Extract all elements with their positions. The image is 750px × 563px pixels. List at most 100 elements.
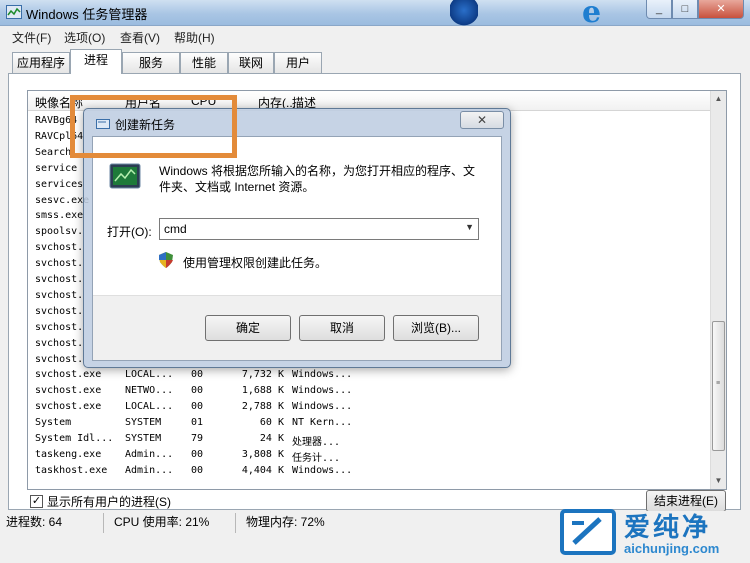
process-image-name: svchost.	[35, 274, 84, 285]
close-button[interactable]: ✕	[698, 0, 744, 19]
tab-processes[interactable]: 进程	[70, 49, 122, 74]
minimize-button[interactable]: _	[646, 0, 672, 19]
process-memory: 1,688 K	[241, 385, 284, 397]
open-combobox[interactable]: cmd ▼	[159, 218, 479, 240]
process-image-name: System Idl...	[35, 433, 114, 444]
status-memory: 物理内存: 72%	[246, 515, 325, 529]
process-memory: 3,808 K	[241, 448, 284, 460]
process-image-name: spoolsv.	[35, 226, 84, 238]
process-user-name: SYSTEM	[125, 417, 162, 429]
table-row[interactable]: svchost.exe LOCAL... 00 2,788 K Windows...	[28, 399, 712, 415]
ie-icon: e	[582, 0, 602, 30]
shield-icon	[159, 252, 173, 268]
process-image-name: svchost.exe	[35, 369, 102, 381]
process-image-name: svchost.exe	[35, 401, 102, 413]
tab-performance[interactable]: 性能	[180, 52, 228, 73]
ok-button[interactable]: 确定	[205, 315, 291, 341]
menu-file[interactable]: 文件(F)	[12, 29, 51, 46]
menu-help[interactable]: 帮助(H)	[174, 29, 215, 46]
watermark-name: 爱纯净	[624, 512, 712, 542]
process-description: NT Kern...	[292, 417, 353, 429]
process-image-name: Search	[35, 146, 72, 158]
annotation-highlight-box	[70, 95, 237, 158]
open-label: 打开(O):	[107, 225, 152, 239]
dialog-footer: 确定 取消 浏览(B)...	[93, 295, 501, 360]
maximize-button[interactable]: □	[672, 0, 698, 19]
checkbox-checked-icon[interactable]: ✓	[30, 495, 43, 508]
process-user-name: Admin...	[125, 448, 174, 460]
process-description: Windows...	[292, 401, 353, 413]
process-cpu: 00	[191, 385, 204, 397]
process-memory: 60 K	[259, 417, 284, 429]
process-image-name: svchost.	[35, 353, 84, 365]
process-image-name: smss.exe	[35, 210, 84, 222]
admin-privilege-text: 使用管理权限创建此任务。	[183, 256, 328, 270]
window-title: Windows 任务管理器	[26, 7, 148, 22]
process-description: Windows...	[292, 464, 353, 476]
process-description: 处理器...	[292, 437, 341, 448]
browse-button[interactable]: 浏览(B)...	[393, 315, 479, 341]
process-user-name: Admin...	[125, 464, 174, 476]
watermark: 爱纯净 aichunjing.com	[560, 505, 750, 563]
process-memory: 7,732 K	[241, 369, 284, 381]
process-image-name: System	[35, 417, 72, 429]
process-cpu: 79	[191, 433, 204, 444]
table-row[interactable]: taskeng.exe Admin... 00 3,808 K 任务计...	[28, 447, 712, 464]
menu-view[interactable]: 查看(V)	[120, 29, 160, 46]
process-image-name: sesvc.exe	[35, 194, 90, 206]
show-all-users-checkbox[interactable]: ✓ 显示所有用户的进程(S)	[30, 493, 171, 510]
process-user-name: LOCAL...	[125, 369, 174, 381]
process-cpu: 00	[191, 448, 204, 460]
watermark-logo-icon	[560, 509, 616, 555]
table-row[interactable]: System SYSTEM 01 60 K NT Kern...	[28, 415, 712, 431]
task-manager-icon	[6, 5, 22, 19]
menu-options[interactable]: 选项(O)	[64, 29, 105, 46]
watermark-url: aichunjing.com	[624, 541, 720, 556]
dialog-close-button[interactable]: ✕	[460, 111, 504, 129]
process-image-name: svchost.	[35, 258, 84, 270]
process-description: Windows...	[292, 385, 353, 397]
desktop-orb-icon	[450, 0, 478, 26]
tab-applications[interactable]: 应用程序	[12, 52, 70, 73]
process-memory: 2,788 K	[241, 401, 284, 413]
process-cpu: 01	[191, 417, 204, 429]
table-row[interactable]: taskhost.exe Admin... 00 4,404 K Windows...	[28, 463, 712, 479]
dialog-body: Windows 将根据您所输入的名称，为您打开相应的程序、文件夹、文档或 Int…	[92, 136, 502, 361]
process-description: 任务计...	[292, 452, 341, 464]
process-user-name: NETWO...	[125, 385, 174, 397]
process-cpu: 00	[191, 464, 204, 476]
process-image-name: svchost.	[35, 242, 84, 254]
menu-bar: 文件(F) 选项(O) 查看(V) 帮助(H)	[0, 26, 750, 46]
table-row[interactable]: svchost.exe LOCAL... 00 7,732 K Windows...	[28, 367, 712, 383]
scroll-down-icon[interactable]: ▼	[711, 473, 726, 489]
process-memory: 24 K	[259, 433, 284, 444]
tab-networking[interactable]: 联网	[228, 52, 274, 73]
process-image-name: svchost.	[35, 337, 84, 349]
tab-users[interactable]: 用户	[274, 52, 322, 73]
chevron-down-icon[interactable]: ▼	[465, 222, 474, 232]
process-description: Windows...	[292, 369, 353, 381]
process-image-name: taskhost.exe	[35, 464, 108, 476]
process-image-name: taskeng.exe	[35, 448, 102, 460]
open-input-value[interactable]: cmd	[164, 222, 187, 236]
vertical-scrollbar[interactable]: ▲ ≡ ▼	[710, 91, 726, 489]
process-cpu: 00	[191, 401, 204, 413]
dialog-description: Windows 将根据您所输入的名称，为您打开相应的程序、文件夹、文档或 Int…	[159, 164, 476, 194]
process-image-name: svchost.exe	[35, 385, 102, 397]
process-image-name: svchost.	[35, 305, 84, 317]
scroll-thumb[interactable]: ≡	[712, 321, 725, 451]
process-user-name: LOCAL...	[125, 401, 174, 413]
process-image-name: svchost.	[35, 289, 84, 301]
process-image-name: svchost.	[35, 321, 84, 333]
process-image-name: service	[35, 162, 78, 174]
cancel-button[interactable]: 取消	[299, 315, 385, 341]
process-cpu: 00	[191, 369, 204, 381]
table-row[interactable]: System Idl... SYSTEM 79 24 K 处理器...	[28, 431, 712, 448]
tab-services[interactable]: 服务	[122, 52, 180, 73]
table-row[interactable]: svchost.exe NETWO... 00 1,688 K Windows...	[28, 383, 712, 399]
scroll-up-icon[interactable]: ▲	[711, 91, 726, 107]
show-all-users-label: 显示所有用户的进程(S)	[47, 495, 171, 509]
title-bar: Windows 任务管理器 e _ □ ✕	[0, 0, 750, 30]
run-program-icon	[109, 163, 141, 189]
process-user-name: SYSTEM	[125, 433, 162, 444]
